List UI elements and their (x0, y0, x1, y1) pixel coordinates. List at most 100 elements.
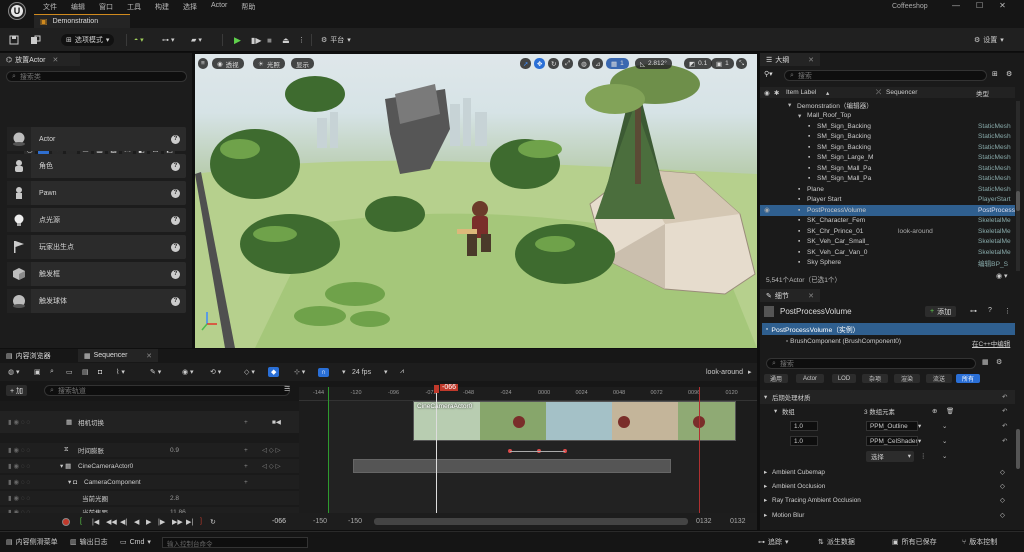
track-time-dilation[interactable]: ▮ ◉ ◌ ◌ ⧖ 时间膨胀 0.9 + ◁ ◇ ▷ (0, 443, 299, 457)
lock-icon[interactable]: ▮ ◉ ◌ ◌ (8, 418, 30, 426)
weight-input[interactable]: 1.0 (790, 421, 818, 431)
add-component-button[interactable]: + 添加 (925, 306, 957, 317)
maximize-viewport-icon[interactable]: ⤡ (736, 58, 748, 69)
outliner-row[interactable]: ▪ SM_Sign_Backing StaticMesh (760, 142, 1015, 153)
blueprint-icon[interactable]: ⊶ (970, 307, 977, 315)
select-dropdown[interactable]: 选择 ▾ (866, 450, 914, 462)
more-icon[interactable]: ⌄ (942, 437, 947, 445)
menu-select[interactable]: 选择 (176, 2, 204, 12)
sequencer-tab[interactable]: ▦ Sequencer ✕ (78, 349, 158, 362)
col-type[interactable]: 类型 (976, 88, 989, 98)
prev-frame-icon[interactable]: ◀| (120, 518, 127, 526)
reset-icon[interactable]: ↶ (1002, 437, 1007, 445)
derived-data-button[interactable]: ⇅ 派生数据 (818, 537, 855, 547)
filter-misc[interactable]: 杂项 (862, 374, 888, 383)
actor-item-point-light[interactable]: 点光源 ? (7, 208, 186, 232)
add-actor-icon[interactable]: ⊞ (992, 70, 998, 78)
outliner-search[interactable]: ⌕ 搜索 (784, 70, 987, 81)
add-icon[interactable]: + (244, 479, 248, 486)
outliner-row[interactable]: ▪ SK_Veh_Car_Van_0 SkeletalMe (760, 247, 1015, 258)
graph-editor-icon[interactable]: ⩘ (400, 368, 404, 376)
keyframe-icon[interactable]: ◇ (1000, 511, 1005, 519)
grid-snap-button[interactable]: ▦ 1 (606, 58, 629, 69)
menu-window[interactable]: 窗口 (92, 2, 120, 12)
timeline-area[interactable]: CineCameraActor0 (299, 385, 757, 513)
place-actors-tab[interactable]: ⌬ 放置Actor ✕ (0, 53, 80, 66)
selection-mode-dropdown[interactable]: ⊞ 选项模式 ▾ (61, 34, 115, 46)
keyframe-icon[interactable]: ◇ (1000, 496, 1005, 504)
prev-key-icon[interactable]: ◀◀ (106, 518, 117, 526)
details-search[interactable]: ⌕ 搜索 (766, 358, 976, 369)
col-sequencer[interactable]: Sequencer (886, 89, 917, 96)
help-icon[interactable]: ? (171, 188, 180, 198)
menu-file[interactable]: 文件 (36, 2, 64, 12)
step-icon[interactable]: ▮▶ (251, 34, 262, 46)
actor-item-pawn[interactable]: Pawn ? (7, 181, 186, 205)
save-icon[interactable] (9, 34, 19, 46)
weight-input[interactable]: 1.0 (790, 436, 818, 446)
category-ray-tracing-ao[interactable]: ▸ Ray Tracing Ambient Occlusion ◇ (760, 493, 1015, 507)
loop-icon[interactable]: ⟲ ▾ (210, 368, 221, 376)
settings-icon[interactable]: ⚙ (1006, 70, 1012, 78)
outliner-row[interactable]: ◉ ▪ PostProcessVolume PostProcess (760, 205, 1015, 216)
camera-shot-section[interactable]: CineCameraActor0 (413, 401, 736, 441)
tools-icon[interactable]: ✎ ▾ (150, 368, 161, 376)
actor-section-bar[interactable] (353, 459, 671, 473)
key-icon[interactable]: ◇ ▾ (244, 368, 255, 376)
star-icon[interactable]: ✱ (774, 89, 779, 97)
outliner-tab[interactable]: ☰ 大纲 ✕ (760, 53, 820, 66)
details-scrollbar[interactable] (1016, 429, 1020, 469)
help-icon[interactable]: ? (171, 269, 180, 279)
show-button[interactable]: 显示 (291, 58, 314, 69)
view-range-start[interactable]: -150 (313, 518, 327, 525)
add-icon[interactable]: + (244, 419, 248, 426)
filter-general[interactable]: 通用 (764, 374, 788, 383)
actor-item-player-start[interactable]: 玩家出生点 ? (7, 235, 186, 259)
jump-end-icon[interactable]: ▶| (186, 518, 193, 526)
rotation-snap-button[interactable]: ◺ 2.812° (635, 58, 672, 69)
level-viewport[interactable]: ≡ ◉ 透视 ☀ 光照 显示 ➚ ✥ ↻ ⤢ ◍ ⊿ ▦ 1 ◺ 2.812° ◩ 0.1… (195, 54, 757, 348)
scale-tool-icon[interactable]: ⤢ (562, 58, 574, 69)
trace-button[interactable]: ⊶ 追踪 ▾ (758, 537, 789, 547)
menu-edit[interactable]: 编辑 (64, 2, 92, 12)
more-icon[interactable]: ⌄ (942, 452, 947, 460)
material-select[interactable]: PPM_CelShader_I (866, 436, 918, 446)
actor-item-actor[interactable]: Actor ? (7, 127, 186, 151)
play-options-icon[interactable]: ⋮ (298, 34, 305, 46)
outliner-row[interactable]: ▪ SM_Sign_Backing StaticMesh (760, 121, 1015, 132)
stop-icon[interactable]: ■ (267, 34, 272, 46)
actor-item-character[interactable]: 角色 ? (7, 154, 186, 178)
filter-icon[interactable]: ⚲▾ (764, 70, 773, 78)
track-current-aperture[interactable]: ▮ ◉ ◌ ◌ 当前光圈 2.8 (0, 491, 299, 505)
more-icon[interactable]: ⋮ (1004, 307, 1011, 315)
record-icon[interactable] (62, 517, 70, 526)
play-reverse-icon[interactable]: ◀ (134, 518, 139, 526)
filter-icon[interactable]: ☰ (284, 385, 290, 393)
film-icon[interactable]: ▭ (66, 368, 73, 376)
lock-icon[interactable]: ▸ (748, 368, 752, 376)
minimize-icon[interactable]: — (952, 1, 960, 10)
view-range-end[interactable]: 0132 (730, 518, 746, 525)
instance-row[interactable]: ▫ PostProcessVolume（实例） (762, 323, 1015, 335)
menu-actor[interactable]: Actor (204, 2, 234, 12)
world-space-icon[interactable]: ◍ (578, 58, 590, 69)
reset-icon[interactable]: ↶ (1002, 393, 1007, 401)
playback-range-end[interactable]: 0132 (696, 518, 712, 525)
trash-icon[interactable]: 🗑 (946, 407, 954, 415)
material-select[interactable]: PPM_Outline (866, 421, 918, 431)
add-track-button[interactable]: + 加 (6, 385, 28, 396)
timeline-scrollbar[interactable] (374, 518, 688, 525)
menu-tools[interactable]: 工具 (120, 2, 148, 12)
keyframe-icon[interactable]: ◇ (1000, 482, 1005, 490)
content-browser-tab[interactable]: ▤ 内容浏览器 (0, 349, 78, 362)
edit-in-cpp-link[interactable]: 在C++中编辑 (972, 338, 1010, 348)
next-key-icon[interactable]: ▶▶ (172, 518, 183, 526)
outliner-row[interactable]: ▪ SM_Sign_Large_M StaticMesh (760, 153, 1015, 164)
scale-snap-button[interactable]: ◩ 0.1 (684, 58, 713, 69)
content-drawer-button[interactable]: ▤ 内容侧滑菜单 (6, 537, 58, 547)
outliner-row[interactable]: ▪ Plane StaticMesh (760, 184, 1015, 195)
lit-button[interactable]: ☀ 光照 (253, 58, 285, 69)
keyframe-nav-icon[interactable]: ◁ ◇ ▷ (262, 446, 281, 454)
menu-help[interactable]: 帮助 (234, 2, 262, 12)
auto-key-icon[interactable]: ◆ (268, 367, 280, 377)
